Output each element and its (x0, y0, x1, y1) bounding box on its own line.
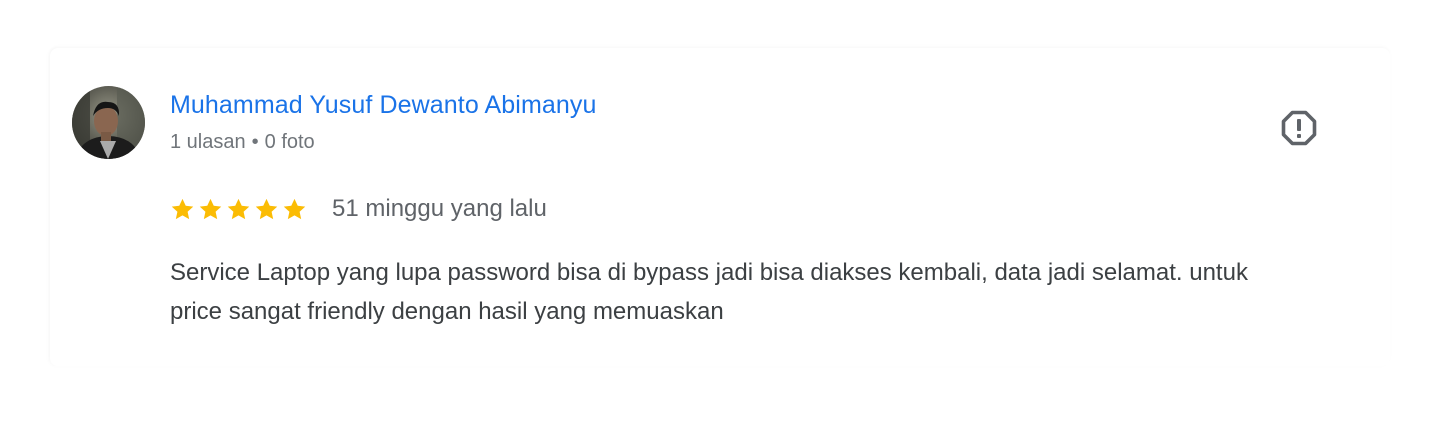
review-time: 51 minggu yang lalu (332, 195, 547, 222)
review-text: Service Laptop yang lupa password bisa d… (170, 259, 1248, 325)
star-rating (170, 197, 307, 222)
star-icon (255, 198, 278, 219)
star-icon (199, 198, 222, 219)
meta-separator: • (251, 131, 259, 153)
author-avatar[interactable] (72, 86, 145, 159)
report-flag-icon (1281, 110, 1317, 146)
star-icon (283, 198, 306, 219)
rating-row: 51 minggu yang lalu (170, 194, 547, 224)
avatar-photo (72, 86, 145, 159)
star-icon (171, 198, 194, 219)
author-photos-count: 0 foto (264, 131, 315, 153)
author-name-link[interactable]: Muhammad Yusuf Dewanto Abimanyu (170, 91, 597, 120)
author-meta: 1 ulasan • 0 foto (170, 131, 315, 154)
author-reviews-count: 1 ulasan (170, 131, 246, 153)
report-review-button[interactable] (1278, 108, 1320, 148)
star-icon (227, 198, 250, 219)
